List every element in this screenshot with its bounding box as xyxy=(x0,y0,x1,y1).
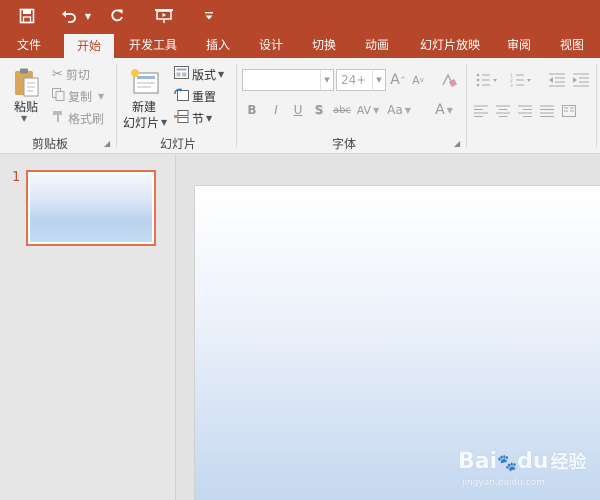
align-center-icon[interactable] xyxy=(494,102,512,120)
reset-icon xyxy=(174,88,189,104)
font-size-combobox[interactable]: 24+ ▼ xyxy=(336,69,386,91)
increase-font-size-icon[interactable]: A ^ xyxy=(390,70,406,90)
paste-icon[interactable] xyxy=(10,66,42,100)
bold-button[interactable]: B xyxy=(244,100,260,120)
change-case-dropdown-icon: ▼ xyxy=(404,105,411,115)
tab-review[interactable]: 审阅 xyxy=(498,32,540,58)
tab-developer[interactable]: 开发工具 xyxy=(120,32,186,58)
copy-button[interactable]: 复制 ▼ xyxy=(52,87,104,105)
copy-label: 复制 xyxy=(68,89,93,104)
paste-label: 粘贴 xyxy=(13,100,38,114)
columns-icon[interactable] xyxy=(560,102,578,120)
tab-design[interactable]: 设计 xyxy=(250,32,292,58)
new-slide-label[interactable]: 新建 xyxy=(132,98,156,115)
new-slide-dropdown-icon: ▼ xyxy=(161,118,168,127)
text-shadow-button[interactable]: S xyxy=(311,100,327,120)
cut-button[interactable]: ✂ 剪切 xyxy=(52,65,90,83)
group-divider xyxy=(596,64,597,148)
character-spacing-dropdown-icon: ▼ xyxy=(373,105,380,115)
underline-button[interactable]: U xyxy=(290,100,306,120)
baidu-jingyan-watermark: Bai🐾du 经验 jingyan.baidu.com xyxy=(458,438,598,496)
tab-insert[interactable]: 插入 xyxy=(196,32,240,58)
customize-toolbar-icon[interactable] xyxy=(202,5,216,27)
paw-icon: 🐾 xyxy=(497,453,518,472)
format-painter-button[interactable]: 格式刷 xyxy=(52,109,104,127)
font-name-combobox[interactable]: ▼ xyxy=(242,69,334,91)
group-divider xyxy=(116,64,117,148)
tab-home[interactable]: 开始 xyxy=(64,34,114,58)
watermark-brand: Bai🐾du 经验 xyxy=(458,449,587,474)
layout-dropdown-icon: ▼ xyxy=(218,69,225,79)
decrease-indent-icon[interactable] xyxy=(548,71,566,89)
decrease-font-size-icon[interactable]: Av xyxy=(410,70,426,90)
section-label: 节 xyxy=(192,111,205,126)
slide-number: 1 xyxy=(12,170,21,185)
font-size-value: 24+ xyxy=(341,73,367,87)
font-color-button[interactable]: A ▼ xyxy=(430,100,458,120)
layout-button[interactable]: 版式 ▼ xyxy=(174,65,224,83)
paste-dropdown-icon[interactable]: ▼ xyxy=(21,114,27,123)
tab-animations[interactable]: 动画 xyxy=(356,32,398,58)
numbering-icon[interactable]: 123 xyxy=(506,71,536,89)
change-case-button[interactable]: Aa ▼ xyxy=(386,100,412,120)
tab-file[interactable]: 文件 xyxy=(0,32,58,58)
font-dialog-launcher-icon[interactable]: ◢ xyxy=(454,140,462,148)
copy-dropdown-icon[interactable]: ▼ xyxy=(98,92,104,101)
font-color-dropdown-icon: ▼ xyxy=(446,105,453,115)
present-from-beginning-icon[interactable] xyxy=(152,5,176,27)
format-painter-label: 格式刷 xyxy=(68,111,105,126)
layout-label: 版式 xyxy=(192,67,217,82)
cut-label: 剪切 xyxy=(65,67,90,82)
reset-button[interactable]: 重置 xyxy=(174,87,216,105)
new-slide-button[interactable]: 幻灯片 ▼ xyxy=(123,114,167,131)
section-button[interactable]: 节 ▼ xyxy=(174,109,212,127)
title-bar: ▼ xyxy=(0,0,600,32)
ribbon-tabs: 文件 开始 开发工具 插入 设计 切换 动画 幻灯片放映 审阅 视图 xyxy=(0,32,600,58)
watermark-url: jingyan.baidu.com xyxy=(462,478,546,488)
paste-button[interactable]: 粘贴 xyxy=(11,98,41,115)
increase-indent-icon[interactable] xyxy=(572,71,590,89)
slide-thumbnail-preview xyxy=(30,174,152,242)
bullets-icon[interactable] xyxy=(472,71,502,89)
strikethrough-button[interactable]: abc xyxy=(331,100,353,120)
ribbon: 粘贴 ▼ ✂ 剪切 复制 ▼ 格式刷 剪贴板 ◢ 新建 幻灯片 ▼ 版式 ▼ 重… xyxy=(0,58,600,154)
change-case-label: Aa xyxy=(387,103,403,117)
format-painter-icon xyxy=(52,110,65,126)
slides-group-label: 幻灯片 xyxy=(159,137,196,151)
font-color-label: A xyxy=(435,102,445,118)
layout-icon xyxy=(174,66,189,82)
tab-slide-show[interactable]: 幻灯片放映 xyxy=(410,32,490,58)
clipboard-dialog-launcher-icon[interactable]: ◢ xyxy=(104,140,112,148)
justify-icon[interactable] xyxy=(538,102,556,120)
save-icon[interactable] xyxy=(16,5,38,27)
clipboard-group-label: 剪贴板 xyxy=(31,137,68,151)
character-spacing-button[interactable]: AV ▼ xyxy=(355,100,381,120)
slide-thumbnail[interactable] xyxy=(26,170,156,246)
align-right-icon[interactable] xyxy=(516,102,534,120)
align-left-icon[interactable] xyxy=(472,102,490,120)
svg-text:3: 3 xyxy=(510,83,513,87)
group-divider xyxy=(236,64,237,148)
reset-label: 重置 xyxy=(192,89,217,104)
tab-transitions[interactable]: 切换 xyxy=(302,32,346,58)
font-group-label: 字体 xyxy=(331,137,356,151)
tab-view[interactable]: 视图 xyxy=(550,32,594,58)
undo-icon[interactable] xyxy=(58,5,80,27)
redo-icon[interactable] xyxy=(106,5,128,27)
clear-formatting-icon[interactable] xyxy=(440,70,458,90)
new-slide-icon[interactable] xyxy=(128,66,162,98)
character-spacing-label: AV xyxy=(356,103,372,117)
section-dropdown-icon: ▼ xyxy=(206,113,213,123)
new-slide-label-line2: 幻灯片 xyxy=(123,116,160,130)
copy-icon xyxy=(52,88,65,104)
font-size-dropdown-icon[interactable]: ▼ xyxy=(372,70,385,90)
scissors-icon: ✂ xyxy=(52,66,63,82)
undo-dropdown-icon[interactable]: ▼ xyxy=(82,5,94,27)
section-icon xyxy=(174,110,189,126)
italic-button[interactable]: I xyxy=(268,100,284,120)
font-name-dropdown-icon[interactable]: ▼ xyxy=(320,70,333,90)
group-divider xyxy=(466,64,467,148)
